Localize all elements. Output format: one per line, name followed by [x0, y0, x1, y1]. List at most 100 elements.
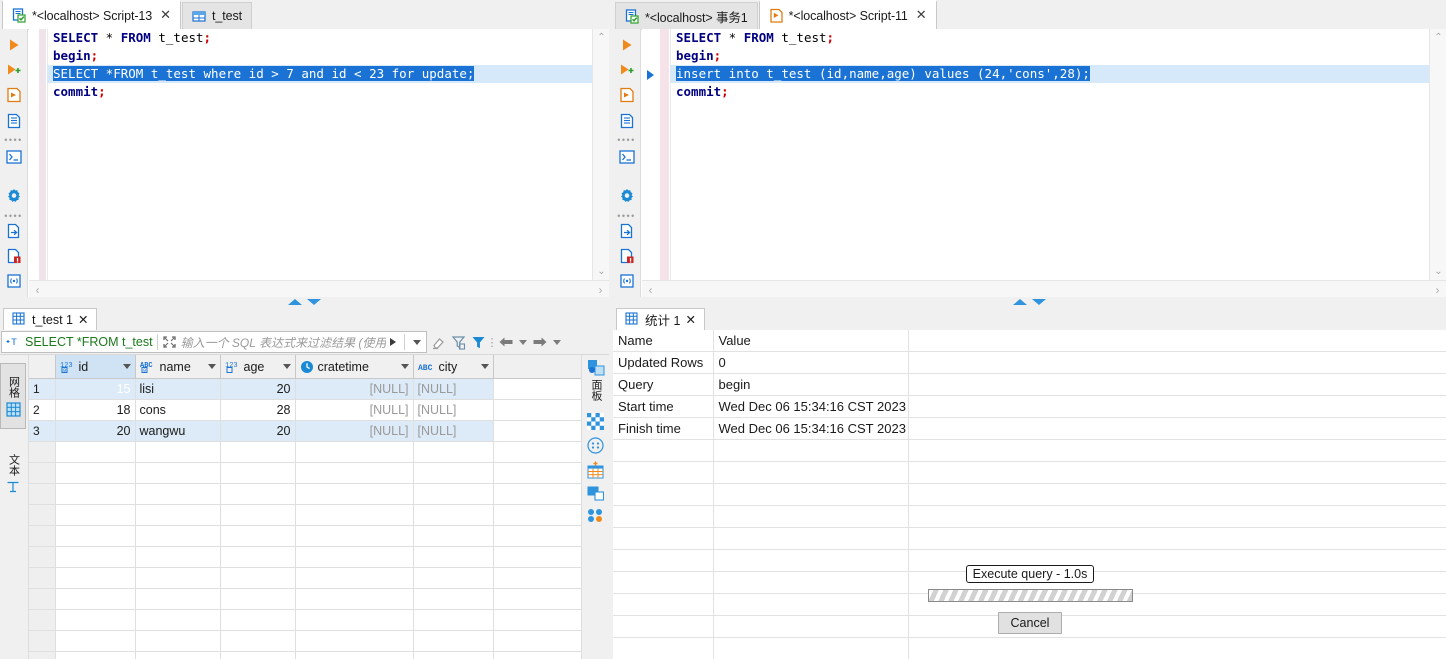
tab-t-test[interactable]: t_test [182, 2, 252, 29]
execute-script-new-tab-icon[interactable] [3, 86, 25, 105]
left-pane-splitter[interactable] [0, 297, 609, 307]
cell-cratetime[interactable]: [NULL] [295, 420, 414, 442]
export-data-icon[interactable] [3, 221, 25, 240]
table-row[interactable]: Query begin [613, 373, 1446, 396]
apply-filter-icon[interactable] [390, 338, 397, 346]
cell-cratetime[interactable]: [NULL] [295, 378, 414, 400]
filter-settings-icon[interactable] [468, 332, 488, 352]
record-add-icon[interactable] [584, 461, 608, 479]
back-icon[interactable] [496, 332, 516, 352]
sql-editor-settings-icon[interactable] [3, 187, 25, 206]
execute-script-icon[interactable] [3, 60, 25, 79]
presentation-tab-text[interactable]: 文本 [0, 443, 26, 505]
forward-icon[interactable] [530, 332, 550, 352]
open-console-icon[interactable] [3, 147, 25, 166]
collapse-down-icon[interactable] [307, 299, 321, 305]
table-row[interactable]: 2 18 cons 28 [NULL] [NULL] [29, 399, 581, 421]
cell-city[interactable]: [NULL] [413, 399, 494, 421]
cell-id[interactable]: 18 [55, 399, 136, 421]
cell-age[interactable]: 28 [220, 399, 296, 421]
panel-layout-icon[interactable] [584, 486, 608, 501]
left-editor-code[interactable]: SELECT * FROM t_test; begin; SELECT *FRO… [47, 29, 592, 280]
scroll-up-icon[interactable]: ⌃ [593, 29, 610, 46]
cell-city[interactable]: [NULL] [413, 420, 494, 442]
presentation-tab-grid[interactable]: 网格 [0, 363, 26, 429]
execute-script-new-tab-icon[interactable] [616, 86, 638, 105]
scroll-left-icon[interactable]: ‹ [642, 281, 659, 298]
cancel-button[interactable]: Cancel [997, 612, 1063, 634]
scroll-down-icon[interactable]: ⌄ [1430, 263, 1446, 280]
column-header-id[interactable]: 123 9 id [55, 355, 136, 379]
column-header-cratetime[interactable]: cratetime [295, 355, 414, 379]
filter-input[interactable]: T SELECT *FROM t_test 输入一个 SQL 表达式来过滤结果 … [1, 331, 427, 353]
close-icon[interactable]: ✕ [160, 9, 171, 22]
left-editor-vscrollbar[interactable]: ⌃ ⌄ [592, 29, 610, 280]
scroll-down-icon[interactable]: ⌄ [593, 263, 610, 280]
overflow-menu-icon[interactable]: ⋮ [487, 332, 498, 352]
scroll-up-icon[interactable]: ⌃ [1430, 29, 1446, 46]
save-filter-icon[interactable] [448, 332, 468, 352]
execute-statement-icon[interactable] [616, 35, 638, 54]
calc-panel-icon[interactable] [584, 437, 608, 454]
right-sql-editor[interactable]: SELECT * FROM t_test; begin; insert into… [642, 29, 1429, 280]
table-row[interactable]: 1 15 lisi 20 [NULL] [NULL] [29, 378, 581, 400]
close-icon[interactable]: ✕ [78, 312, 88, 327]
sql-log-icon[interactable] [616, 272, 638, 291]
back-history-dropdown-icon[interactable] [516, 332, 530, 352]
column-header-city[interactable]: ABC city [413, 355, 494, 379]
scroll-right-icon[interactable]: › [1429, 281, 1446, 298]
cell-id[interactable]: 20 [55, 420, 136, 442]
value-panel-icon[interactable] [584, 359, 608, 377]
clear-filter-icon[interactable] [428, 332, 448, 352]
table-row[interactable]: Updated Rows 0 [613, 351, 1446, 374]
execute-statement-icon[interactable] [3, 35, 25, 54]
grid-transpose-icon[interactable] [584, 413, 608, 430]
cell-age[interactable]: 20 [220, 378, 296, 400]
collapse-up-icon[interactable] [1013, 299, 1027, 305]
color-settings-icon[interactable] [584, 508, 608, 523]
close-icon[interactable]: ✕ [916, 9, 927, 22]
right-pane-splitter[interactable] [613, 297, 1446, 307]
column-filter-icon[interactable] [207, 364, 216, 369]
column-filter-icon[interactable] [400, 364, 409, 369]
result-tab-t-test-1[interactable]: t_test 1 ✕ [3, 308, 98, 330]
column-filter-icon[interactable] [480, 364, 489, 369]
explain-execution-plan-icon[interactable] [616, 111, 638, 130]
script-error-icon[interactable] [3, 246, 25, 265]
cell-city[interactable]: [NULL] [413, 378, 494, 400]
script-error-icon[interactable] [616, 246, 638, 265]
cell-name[interactable]: cons [135, 399, 221, 421]
explain-execution-plan-icon[interactable] [3, 111, 25, 130]
column-header-name[interactable]: ABC 9 name [135, 355, 221, 379]
results-grid[interactable]: 123 9 id ABC 9 name 123 age cratetime AB… [29, 355, 581, 659]
scroll-right-icon[interactable]: › [592, 281, 609, 298]
right-editor-vscrollbar[interactable]: ⌃ ⌄ [1429, 29, 1446, 280]
tab-transaction-1[interactable]: *<localhost> 事务1 [615, 2, 758, 29]
sql-log-icon[interactable] [3, 272, 25, 291]
left-sql-editor[interactable]: SELECT * FROM t_test; begin; SELECT *FRO… [29, 29, 592, 280]
cell-id[interactable]: 15 [55, 378, 136, 400]
left-editor-hscrollbar[interactable]: ‹ › [29, 280, 609, 298]
sql-editor-settings-icon[interactable] [616, 187, 638, 206]
expand-icon[interactable] [162, 335, 177, 349]
cell-cratetime[interactable]: [NULL] [295, 399, 414, 421]
close-icon[interactable]: ✕ [685, 312, 695, 327]
table-row[interactable]: Finish time Wed Dec 06 15:34:16 CST 2023 [613, 417, 1446, 440]
open-console-icon[interactable] [616, 147, 638, 166]
scroll-left-icon[interactable]: ‹ [29, 281, 46, 298]
result-tab-stats-1[interactable]: 统计 1 ✕ [616, 308, 705, 330]
tab-script-11[interactable]: *<localhost> Script-11 ✕ [758, 0, 937, 29]
column-header-age[interactable]: 123 age [220, 355, 296, 379]
table-row[interactable]: 3 20 wangwu 20 [NULL] [NULL] [29, 420, 581, 442]
tab-script-13[interactable]: *<localhost> Script-13 ✕ [2, 0, 181, 29]
forward-history-dropdown-icon[interactable] [550, 332, 564, 352]
execute-script-icon[interactable] [616, 60, 638, 79]
collapse-up-icon[interactable] [288, 299, 302, 305]
right-editor-hscrollbar[interactable]: ‹ › [642, 280, 1446, 298]
cell-age[interactable]: 20 [220, 420, 296, 442]
collapse-down-icon[interactable] [1032, 299, 1046, 305]
table-row[interactable]: Start time Wed Dec 06 15:34:16 CST 2023 [613, 395, 1446, 418]
column-filter-icon[interactable] [122, 364, 131, 369]
export-data-icon[interactable] [616, 221, 638, 240]
cell-name[interactable]: lisi [135, 378, 221, 400]
